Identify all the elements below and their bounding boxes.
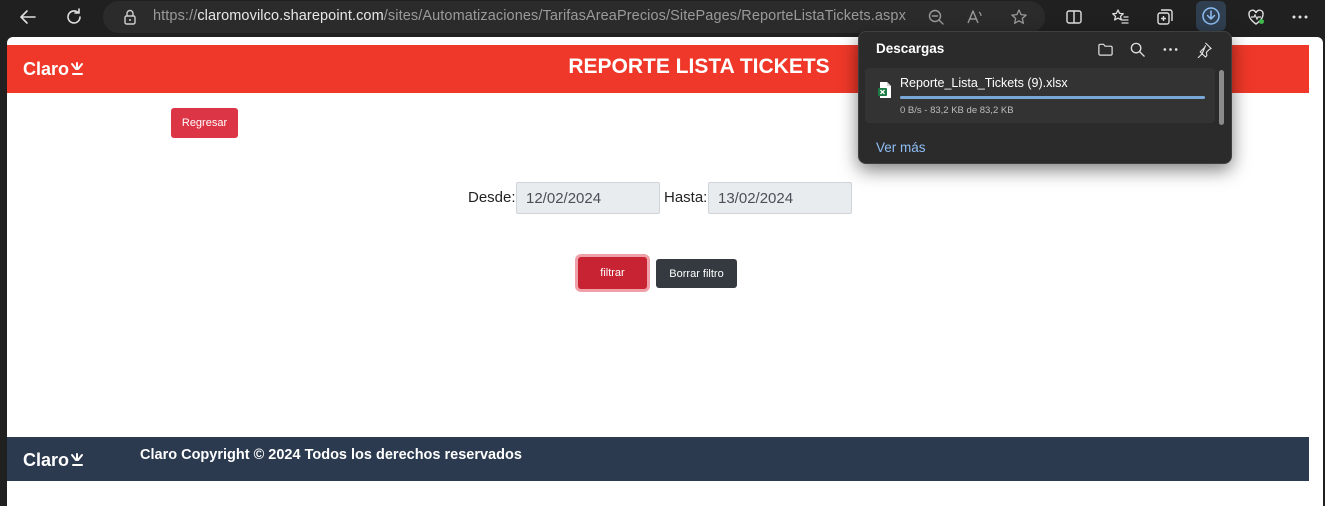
back-button[interactable]: Regresar [171,108,238,138]
more-options-icon[interactable] [1284,2,1316,32]
claro-footer-logo: Claro [23,450,84,471]
url-text: https://claromovilco.sharepoint.com/site… [153,8,906,24]
open-folder-icon[interactable] [1094,38,1116,60]
split-screen-icon[interactable] [1058,2,1090,32]
download-file-name[interactable]: Reporte_Lista_Tickets (9).xlsx [900,76,1068,90]
clear-filter-button[interactable]: Borrar filtro [656,259,737,288]
download-icon [1202,7,1220,25]
address-bar[interactable]: https://claromovilco.sharepoint.com/site… [103,1,1045,33]
page-footer: Claro Claro Copyright © 2024 Todos los d… [7,437,1309,481]
download-status: 0 B/s - 83,2 KB de 83,2 KB [900,105,1014,116]
downloads-panel: Descargas Reporte_Lista_Tickets (9).xlsx… [858,31,1232,164]
collections-icon[interactable] [1149,2,1181,32]
favorite-star-icon[interactable] [1009,7,1029,27]
from-date-input[interactable]: 12/02/2024 [516,182,660,214]
browser-toolbar: https://claromovilco.sharepoint.com/site… [0,0,1325,34]
downloads-scrollbar[interactable] [1219,70,1224,125]
download-progress-fill [900,96,1205,99]
back-arrow-icon[interactable] [12,2,44,32]
from-date-label: Desde: [468,189,516,206]
refresh-icon[interactable] [58,2,90,32]
see-more-link[interactable]: Ver más [876,140,926,155]
excel-file-icon [877,81,893,103]
downloads-title: Descargas [876,41,945,56]
search-icon[interactable] [1126,38,1148,60]
zoom-icon[interactable] [926,7,946,27]
to-date-label: Hasta: [664,189,708,206]
download-item[interactable]: Reporte_Lista_Tickets (9).xlsx 0 B/s - 8… [865,68,1215,123]
more-options-icon[interactable] [1159,38,1181,60]
downloads-button[interactable] [1196,1,1226,31]
pin-icon[interactable] [1193,38,1215,60]
read-aloud-icon[interactable] [965,7,985,27]
to-date-input[interactable]: 13/02/2024 [708,182,852,214]
copyright-text: Claro Copyright © 2024 Todos los derecho… [140,447,522,463]
download-progress-bar [900,96,1205,99]
favorites-list-icon[interactable] [1104,2,1136,32]
browser-essentials-icon[interactable] [1240,2,1272,32]
lock-icon[interactable] [121,8,139,30]
filter-button[interactable]: filtrar [578,257,647,289]
